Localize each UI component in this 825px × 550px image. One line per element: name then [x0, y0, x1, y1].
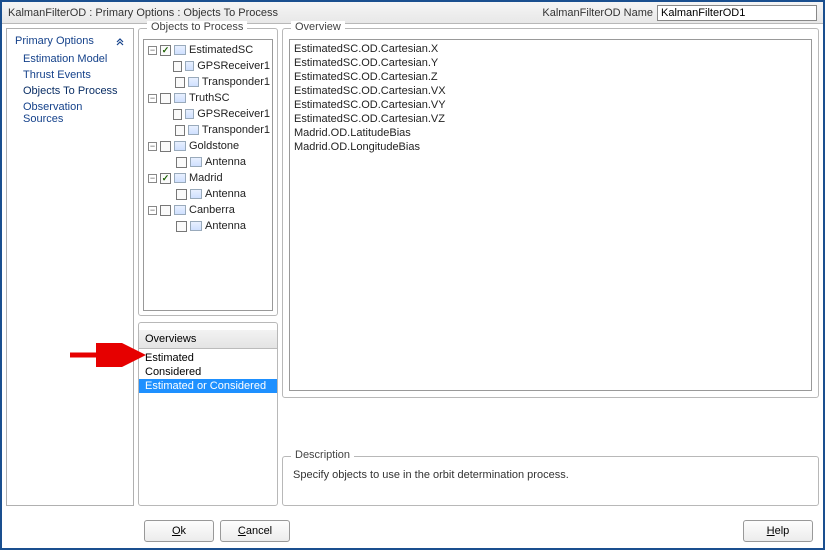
sidebar-nav: Primary Options Estimation ModelThrust E… [6, 28, 134, 506]
tree-node-label: GPSReceiver1 [197, 108, 270, 120]
object-icon [188, 77, 199, 87]
tree-node-label: EstimatedSC [189, 44, 253, 56]
tree-node-label: Antenna [205, 156, 246, 168]
description-legend: Description [291, 449, 354, 461]
objects-legend: Objects to Process [147, 21, 247, 33]
overview-legend: Overview [291, 21, 345, 33]
window-title: KalmanFilterOD : Primary Options : Objec… [8, 7, 278, 19]
object-icon [190, 189, 202, 199]
tree-checkbox[interactable] [160, 93, 171, 104]
description-panel: Description Specify objects to use in th… [282, 456, 819, 506]
tree-node-gpsreceiver1[interactable]: GPSReceiver1 [146, 106, 270, 122]
tree-node-estimatedsc[interactable]: − EstimatedSC [146, 42, 270, 58]
ok-button[interactable]: Ok [144, 520, 214, 542]
object-icon [190, 221, 202, 231]
overviews-panel: Overviews EstimatedConsideredEstimated o… [138, 322, 278, 506]
button-row: Ok Cancel Help [144, 520, 813, 542]
overview-row[interactable]: EstimatedSC.OD.Cartesian.X [294, 43, 807, 57]
tree-checkbox[interactable] [175, 77, 185, 88]
tree-checkbox[interactable] [175, 125, 185, 136]
tree-node-label: Transponder1 [202, 124, 270, 136]
tree-checkbox[interactable] [176, 157, 187, 168]
help-button[interactable]: Help [743, 520, 813, 542]
object-icon [174, 45, 186, 55]
tree-checkbox[interactable] [160, 45, 171, 56]
tree-node-transponder1[interactable]: Transponder1 [146, 122, 270, 138]
tree-expander-icon[interactable]: − [148, 46, 157, 55]
overviews-item-estimated[interactable]: Estimated [139, 351, 277, 365]
tree-expander-icon[interactable]: − [148, 174, 157, 183]
tree-node-transponder1[interactable]: Transponder1 [146, 74, 270, 90]
title-bar: KalmanFilterOD : Primary Options : Objec… [2, 2, 823, 24]
description-text: Specify objects to use in the orbit dete… [283, 457, 818, 487]
tree-checkbox[interactable] [176, 221, 187, 232]
objects-tree-container[interactable]: − EstimatedSC GPSReceiver1 Transponder1 − Tru… [143, 39, 273, 311]
tree-node-label: TruthSC [189, 92, 230, 104]
overview-row[interactable]: EstimatedSC.OD.Cartesian.Z [294, 71, 807, 85]
tree-checkbox[interactable] [176, 189, 187, 200]
tree-expander-icon[interactable]: − [148, 206, 157, 215]
overview-row[interactable]: Madrid.OD.LongitudeBias [294, 141, 807, 155]
sidebar-header-label: Primary Options [15, 35, 94, 47]
overviews-item-estimated-or-considered[interactable]: Estimated or Considered [139, 379, 277, 393]
sidebar-item-objects-to-process[interactable]: Objects To Process [7, 83, 133, 99]
tree-node-antenna[interactable]: Antenna [146, 154, 270, 170]
name-input[interactable] [657, 5, 817, 21]
objects-to-process-panel: Objects to Process −EstimatedSCGPSReceiv… [138, 28, 278, 316]
tree-checkbox[interactable] [173, 109, 182, 120]
object-icon [174, 205, 186, 215]
object-icon [174, 93, 186, 103]
object-icon [185, 61, 195, 71]
overview-row[interactable]: EstimatedSC.OD.Cartesian.VX [294, 85, 807, 99]
cancel-button[interactable]: Cancel [220, 520, 290, 542]
sidebar-header[interactable]: Primary Options [7, 33, 133, 51]
tree-node-antenna[interactable]: Antenna [146, 218, 270, 234]
overview-list[interactable]: EstimatedSC.OD.Cartesian.XEstimatedSC.OD… [289, 39, 812, 391]
object-icon [174, 141, 186, 151]
object-icon [190, 157, 202, 167]
sidebar-item-observation-sources[interactable]: Observation Sources [7, 99, 133, 127]
tree-node-label: Canberra [189, 204, 235, 216]
overview-panel: Overview EstimatedSC.OD.Cartesian.XEstim… [282, 28, 819, 398]
tree-checkbox[interactable] [160, 173, 171, 184]
tree-expander-icon[interactable]: − [148, 94, 157, 103]
tree-expander-icon[interactable]: − [148, 142, 157, 151]
tree-node-goldstone[interactable]: − Goldstone [146, 138, 270, 154]
sidebar-item-thrust-events[interactable]: Thrust Events [7, 67, 133, 83]
overview-row[interactable]: Madrid.OD.LatitudeBias [294, 127, 807, 141]
tree-node-truthsc[interactable]: − TruthSC [146, 90, 270, 106]
overview-row[interactable]: EstimatedSC.OD.Cartesian.Y [294, 57, 807, 71]
tree-node-label: Antenna [205, 188, 246, 200]
object-icon [174, 173, 186, 183]
name-label: KalmanFilterOD Name [542, 7, 653, 19]
tree-node-label: Goldstone [189, 140, 239, 152]
tree-checkbox[interactable] [160, 205, 171, 216]
object-icon [188, 125, 199, 135]
tree-checkbox[interactable] [160, 141, 171, 152]
overviews-header: Overviews [139, 330, 277, 349]
tree-node-antenna[interactable]: Antenna [146, 186, 270, 202]
overviews-item-considered[interactable]: Considered [139, 365, 277, 379]
tree-node-label: Madrid [189, 172, 223, 184]
tree-node-madrid[interactable]: − Madrid [146, 170, 270, 186]
overview-row[interactable]: EstimatedSC.OD.Cartesian.VY [294, 99, 807, 113]
tree-node-label: Transponder1 [202, 76, 270, 88]
tree-node-gpsreceiver1[interactable]: GPSReceiver1 [146, 58, 270, 74]
tree-checkbox[interactable] [173, 61, 182, 72]
object-icon [185, 109, 195, 119]
overview-row[interactable]: EstimatedSC.OD.Cartesian.VZ [294, 113, 807, 127]
tree-node-canberra[interactable]: − Canberra [146, 202, 270, 218]
tree-node-label: GPSReceiver1 [197, 60, 270, 72]
chevron-collapse-icon [115, 36, 125, 46]
tree-node-label: Antenna [205, 220, 246, 232]
sidebar-item-estimation-model[interactable]: Estimation Model [7, 51, 133, 67]
